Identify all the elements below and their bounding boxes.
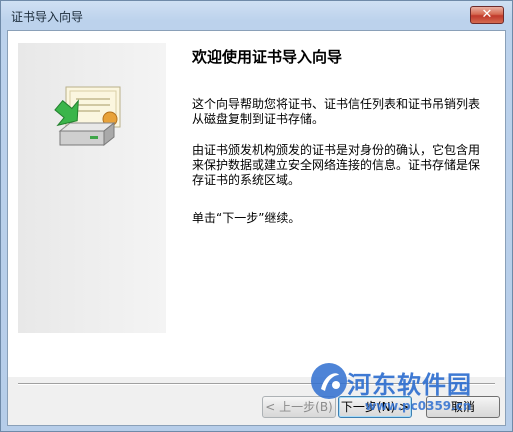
certificate-import-icon <box>54 86 121 147</box>
wizard-client-area: 欢迎使用证书导入向导 这个向导帮助您将证书、证书信任列表和证书吊销列表从磁盘复制… <box>7 30 506 426</box>
instruction-paragraph: 单击“下一步”继续。 <box>192 211 301 225</box>
back-button[interactable]: < 上一步(B) <box>262 396 336 418</box>
wizard-window: 证书导入向导 ✕ 欢迎使用证书导入向导 这个向导帮助您将证书、证书信任列表和证书… <box>0 0 513 432</box>
wizard-page: 欢迎使用证书导入向导 这个向导帮助您将证书、证书信任列表和证书吊销列表从磁盘复制… <box>8 31 505 377</box>
intro-paragraph: 这个向导帮助您将证书、证书信任列表和证书吊销列表从磁盘复制到证书存储。 <box>192 97 481 126</box>
title-bar[interactable]: 证书导入向导 ✕ <box>1 1 512 29</box>
close-button[interactable]: ✕ <box>470 6 504 24</box>
window-title: 证书导入向导 <box>11 10 84 24</box>
wizard-side-panel <box>18 43 166 333</box>
next-button[interactable]: 下一步(N) > <box>338 396 412 418</box>
close-icon: ✕ <box>481 7 493 22</box>
cancel-button[interactable]: 取消 <box>426 396 500 418</box>
wizard-heading: 欢迎使用证书导入向导 <box>192 48 343 66</box>
button-separator <box>18 383 495 385</box>
description-paragraph: 由证书颁发机构颁发的证书是对身份的确认，它包含用来保护数据或建立安全网络连接的信… <box>192 143 481 187</box>
